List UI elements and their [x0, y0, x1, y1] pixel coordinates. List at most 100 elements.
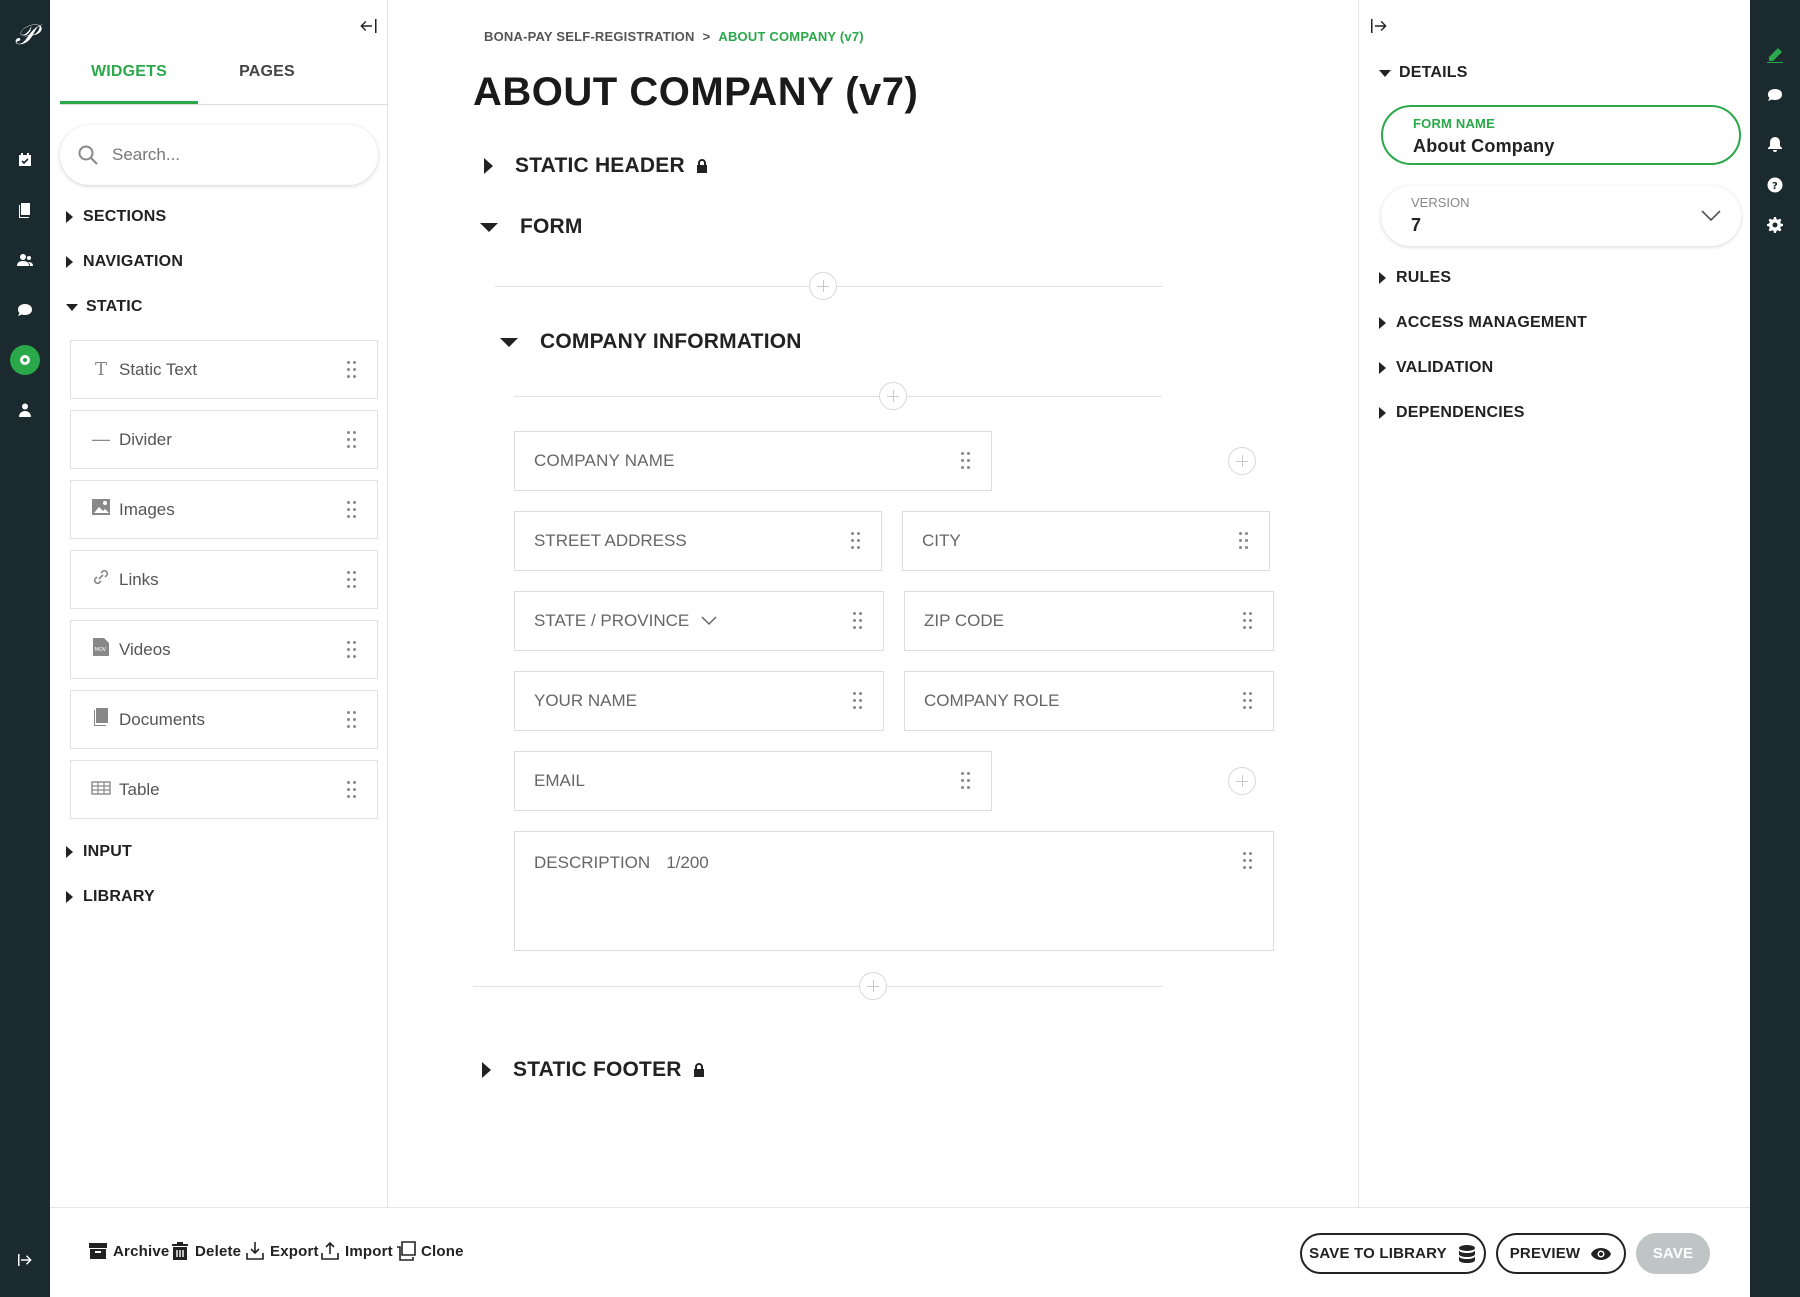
preview-button[interactable]: PREVIEW [1496, 1233, 1626, 1274]
group-details[interactable]: DETAILS [1379, 64, 1468, 82]
app-logo[interactable]: 𝒫 [10, 20, 40, 50]
group-validation[interactable]: VALIDATION [1379, 359, 1493, 377]
gear-icon[interactable] [1763, 213, 1787, 237]
group-static[interactable]: STATIC [66, 298, 143, 316]
section-company-information[interactable]: COMPANY INFORMATION [500, 330, 802, 354]
right-tool-rail: ? [1750, 0, 1800, 1297]
character-counter: 1/200 [666, 853, 709, 872]
group-navigation[interactable]: NAVIGATION [66, 253, 183, 271]
section-form[interactable]: FORM [480, 215, 583, 239]
field-state-province[interactable]: STATE / PROVINCE [514, 591, 884, 651]
add-element-icon[interactable] [809, 272, 837, 300]
save-button[interactable]: SAVE [1636, 1233, 1710, 1274]
group-dependencies[interactable]: DEPENDENCIES [1379, 404, 1525, 422]
drag-handle-icon[interactable] [1239, 532, 1249, 550]
collapse-caret-icon [480, 222, 498, 232]
form-name-value: About Company [1413, 136, 1555, 156]
clone-button[interactable]: Clone [396, 1241, 464, 1261]
drag-handle-icon[interactable] [1243, 692, 1253, 710]
drag-handle-icon[interactable] [851, 532, 861, 550]
collapse-left-panel-icon[interactable] [356, 16, 380, 40]
widget-links[interactable]: Links [70, 550, 378, 609]
delete-label: Delete [195, 1242, 242, 1260]
field-email[interactable]: EMAIL [514, 751, 992, 811]
drag-handle-icon[interactable] [961, 772, 971, 790]
widgets-panel: WIDGETS PAGES SECTIONS NAVIGATION STATIC… [50, 0, 388, 1207]
field-your-name[interactable]: YOUR NAME [514, 671, 884, 731]
section-static-footer[interactable]: STATIC FOOTER [482, 1058, 706, 1082]
drag-handle-icon[interactable] [1243, 852, 1253, 870]
documents-icon[interactable] [13, 198, 37, 222]
field-label: ZIP CODE [924, 611, 1004, 630]
add-field-icon[interactable] [1228, 447, 1256, 475]
breadcrumb-parent[interactable]: BONA-PAY SELF-REGISTRATION [484, 29, 695, 44]
drag-handle-icon[interactable] [961, 452, 971, 470]
export-button[interactable]: Export [245, 1241, 319, 1261]
group-label: DEPENDENCIES [1396, 404, 1525, 421]
group-rules[interactable]: RULES [1379, 269, 1451, 287]
drag-handle-icon[interactable] [347, 501, 357, 519]
expand-caret-icon [66, 256, 73, 268]
bell-icon[interactable] [1763, 132, 1787, 156]
drag-handle-icon[interactable] [853, 692, 863, 710]
tab-pages[interactable]: PAGES [198, 58, 336, 104]
drag-handle-icon[interactable] [347, 361, 357, 379]
edit-icon[interactable] [1763, 43, 1787, 67]
group-library[interactable]: LIBRARY [66, 888, 155, 906]
field-description[interactable]: DESCRIPTION 1/200 [514, 831, 1274, 951]
save-to-library-label: SAVE TO LIBRARY [1309, 1245, 1447, 1262]
delete-button[interactable]: Delete [170, 1241, 241, 1261]
search-icon [78, 145, 98, 165]
tab-widgets[interactable]: WIDGETS [60, 58, 198, 104]
widget-videos[interactable]: MOV Videos [70, 620, 378, 679]
drag-handle-icon[interactable] [1243, 612, 1253, 630]
widget-images[interactable]: Images [70, 480, 378, 539]
save-to-library-button[interactable]: SAVE TO LIBRARY [1300, 1233, 1486, 1274]
section-static-header[interactable]: STATIC HEADER [484, 154, 709, 178]
group-sections[interactable]: SECTIONS [66, 208, 166, 226]
add-field-icon[interactable] [1228, 767, 1256, 795]
collapse-right-panel-icon[interactable] [1367, 16, 1391, 40]
add-element-icon[interactable] [879, 382, 907, 410]
person-icon[interactable] [13, 398, 37, 422]
calendar-icon[interactable] [13, 148, 37, 172]
drag-handle-icon[interactable] [347, 641, 357, 659]
table-icon [89, 779, 113, 800]
drag-handle-icon[interactable] [347, 711, 357, 729]
search-input[interactable] [112, 145, 352, 165]
group-access-management[interactable]: ACCESS MANAGEMENT [1379, 314, 1587, 332]
widget-table[interactable]: Table [70, 760, 378, 819]
field-label: COMPANY NAME [534, 451, 675, 470]
add-element-icon[interactable] [859, 972, 887, 1000]
drag-handle-icon[interactable] [347, 431, 357, 449]
drag-handle-icon[interactable] [853, 612, 863, 630]
form-name-field[interactable]: FORM NAME About Company [1381, 105, 1741, 165]
field-company-name[interactable]: COMPANY NAME [514, 431, 992, 491]
field-label: STATE / PROVINCE [534, 611, 690, 630]
comment-icon[interactable] [1763, 83, 1787, 107]
widget-documents[interactable]: Documents [70, 690, 378, 749]
field-street-address[interactable]: STREET ADDRESS [514, 511, 882, 571]
field-company-role[interactable]: COMPANY ROLE [904, 671, 1274, 731]
collapse-caret-icon [1379, 69, 1391, 77]
drag-handle-icon[interactable] [347, 571, 357, 589]
section-label: FORM [520, 215, 583, 238]
users-icon[interactable] [13, 248, 37, 272]
expand-sidebar-icon[interactable] [13, 1248, 37, 1272]
expand-caret-icon [1379, 317, 1386, 329]
group-input[interactable]: INPUT [66, 843, 132, 861]
drag-handle-icon[interactable] [347, 781, 357, 799]
version-select[interactable]: VERSION 7 [1381, 186, 1741, 246]
settings-active-icon[interactable] [10, 345, 40, 375]
widget-static-text[interactable]: T Static Text [70, 340, 378, 399]
collapse-caret-icon [66, 303, 78, 311]
archive-button[interactable]: Archive [88, 1241, 169, 1261]
widget-divider[interactable]: — Divider [70, 410, 378, 469]
field-zip-code[interactable]: ZIP CODE [904, 591, 1274, 651]
export-label: Export [270, 1242, 319, 1260]
field-city[interactable]: CITY [902, 511, 1270, 571]
help-icon[interactable]: ? [1763, 173, 1787, 197]
import-button[interactable]: Import [320, 1241, 393, 1261]
chat-icon[interactable] [13, 298, 37, 322]
svg-text:MOV: MOV [95, 647, 107, 653]
